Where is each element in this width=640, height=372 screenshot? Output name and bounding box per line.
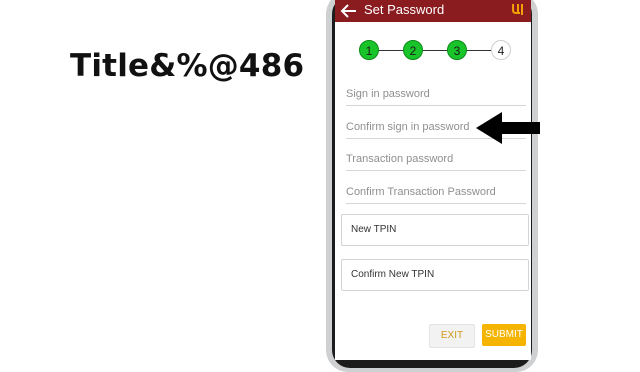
pointer-arrow-icon [476,112,540,144]
page-title: Set Password [364,2,445,17]
submit-button[interactable]: SUBMIT [482,324,526,346]
exit-button[interactable]: EXIT [429,324,475,348]
phone-screen: Set Password 1 2 3 4 Sign in password Co… [335,0,531,360]
back-arrow-icon[interactable] [340,3,358,19]
field-placeholder: Transaction password [346,153,454,165]
step-4: 4 [491,40,511,60]
field-placeholder: Confirm Transaction Password [346,186,496,198]
step-1: 1 [359,40,379,60]
field-placeholder: Confirm sign in password [346,121,470,133]
confirm-new-tpin-field[interactable]: Confirm New TPIN [341,259,529,291]
app-bar: Set Password [335,0,531,22]
overlay-title: Title&%@486 [70,48,305,84]
step-3: 3 [447,40,467,60]
field-label: Confirm New TPIN [351,269,435,280]
field-placeholder: Sign in password [346,88,430,100]
sign-in-password-field[interactable]: Sign in password [346,85,526,106]
confirm-transaction-password-field[interactable]: Confirm Transaction Password [346,183,526,204]
step-2: 2 [403,40,423,60]
bank-logo-icon [512,4,523,15]
field-label: New TPIN [351,224,397,235]
progress-stepper: 1 2 3 4 [335,38,531,62]
new-tpin-field[interactable]: New TPIN [341,214,529,246]
transaction-password-field[interactable]: Transaction password [346,150,526,171]
